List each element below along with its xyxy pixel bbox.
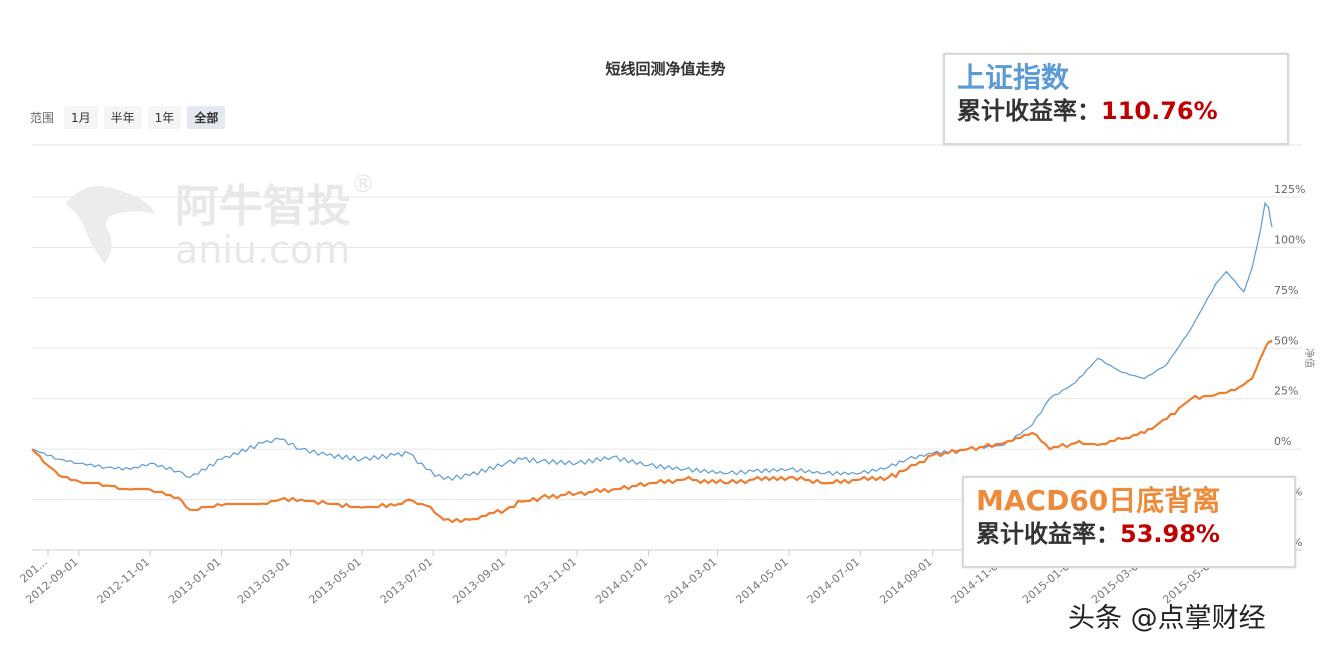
source-credit: 头条 @点掌财经	[1068, 603, 1266, 634]
legend-macd60: MACD60日底背离 累计收益率：53.98%	[962, 476, 1296, 568]
y-tick-label: 100%	[1274, 233, 1305, 246]
range-1m-button[interactable]: 1月	[64, 106, 98, 129]
x-tick-label: 2014-01-01	[593, 555, 650, 606]
legend-macd-return: 累计收益率：53.98%	[976, 520, 1220, 548]
range-label: 范围	[30, 111, 55, 125]
legend-shanghai-name: 上证指数	[957, 61, 1070, 94]
range-all-button[interactable]: 全部	[187, 106, 226, 129]
range-6m-button[interactable]: 半年	[103, 106, 142, 129]
x-tick-label: 2014-07-01	[805, 555, 862, 606]
x-tick-label: 2013-05-01	[306, 555, 363, 606]
x-tick-label: 2013-11-01	[522, 555, 579, 606]
y-tick-label: 0%	[1274, 435, 1291, 448]
y-tick-label: 25%	[1274, 385, 1298, 398]
x-tick-label: 2012-11-01	[95, 555, 152, 606]
x-tick-label: 2013-07-01	[378, 555, 435, 606]
range-1y-button[interactable]: 1年	[147, 106, 182, 129]
y-tick-label: 125%	[1274, 183, 1305, 196]
x-tick-label: 2014-03-01	[662, 555, 719, 606]
legend-macd-name: MACD60日底背离	[976, 484, 1221, 517]
x-tick-label: 2013-09-01	[450, 555, 507, 606]
y-tick-label: 50%	[1274, 334, 1298, 347]
y-axis-label: 净值	[1303, 348, 1316, 368]
aniu-logo-icon	[65, 186, 155, 264]
legend-shanghai-return: 累计收益率：110.76%	[957, 97, 1218, 125]
y-tick-label: 75%	[1274, 284, 1298, 297]
range-selector: 范围 1月 半年 1年 全部	[30, 106, 226, 129]
x-tick-label: 2014-09-01	[877, 555, 934, 606]
legend-shanghai-index: 上证指数 累计收益率：110.76%	[943, 53, 1289, 145]
x-tick-label: 2013-03-01	[235, 555, 292, 606]
x-tick-label: 2013-01-01	[166, 555, 223, 606]
x-tick-label: 2014-05-01	[733, 555, 790, 606]
